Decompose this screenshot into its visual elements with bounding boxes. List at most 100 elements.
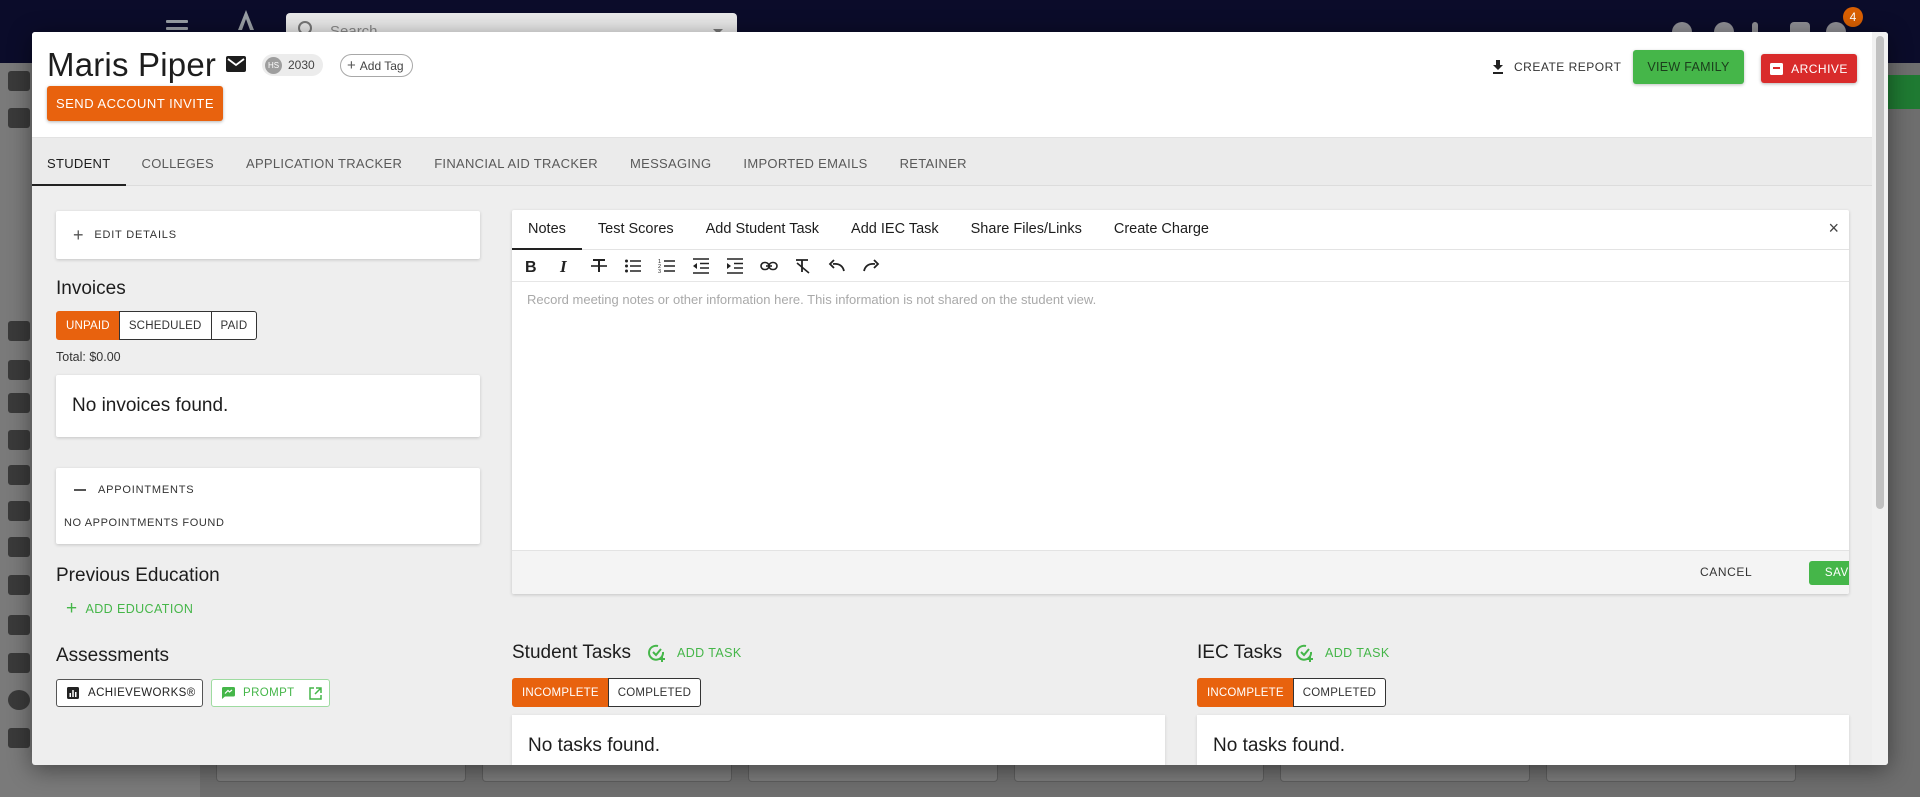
edit-details-button[interactable]: + EDIT DETAILS (56, 211, 480, 259)
close-icon[interactable]: × (1828, 218, 1839, 239)
filter-incomplete[interactable]: INCOMPLETE (512, 678, 609, 707)
tab-imported-emails[interactable]: IMPORTED EMAILS (727, 138, 883, 186)
cancel-button[interactable]: CANCEL (1700, 565, 1752, 579)
tab-notes[interactable]: Notes (512, 210, 582, 250)
tab-financial-aid-tracker[interactable]: FINANCIAL AID TRACKER (418, 138, 614, 186)
bar-chart-icon (67, 687, 79, 699)
strikethrough-icon[interactable] (588, 255, 610, 277)
save-button[interactable]: SAVE (1809, 561, 1849, 585)
background-card (1280, 764, 1530, 782)
view-family-button[interactable]: VIEW FAMILY (1633, 50, 1744, 84)
document-icon[interactable] (8, 615, 30, 635)
bold-icon[interactable]: B (520, 255, 542, 277)
edit-details-label: EDIT DETAILS (94, 229, 177, 241)
background-card (1546, 764, 1796, 782)
appointments-panel: APPOINTMENTS NO APPOINTMENTS FOUND (56, 468, 480, 544)
add-student-task-button[interactable]: ADD TASK (646, 642, 742, 664)
assessments-title: Assessments (56, 645, 169, 666)
book-icon[interactable] (8, 575, 30, 595)
tab-share-files-links[interactable]: Share Files/Links (955, 210, 1098, 250)
add-education-button[interactable]: + ADD EDUCATION (66, 599, 193, 618)
open-in-new-icon (308, 686, 322, 700)
plus-icon: + (347, 57, 356, 74)
archive-button[interactable]: ARCHIVE (1761, 54, 1857, 83)
filter-completed[interactable]: COMPLETED (607, 678, 702, 707)
redo-icon[interactable] (860, 255, 882, 277)
email-icon[interactable] (226, 56, 246, 72)
tab-retainer[interactable]: RETAINER (884, 138, 983, 186)
svg-text:I: I (559, 257, 568, 275)
clear-format-icon[interactable] (792, 255, 814, 277)
indent-icon[interactable] (724, 255, 746, 277)
background-card (748, 764, 998, 782)
tab-add-student-task[interactable]: Add Student Task (690, 210, 835, 250)
filter-paid[interactable]: PAID (210, 311, 258, 340)
add-task-icon (1296, 644, 1313, 662)
background-card (1014, 764, 1264, 782)
comment-icon[interactable] (8, 728, 30, 748)
link-icon[interactable] (8, 393, 30, 413)
iec-tasks-title: IEC Tasks (1197, 642, 1283, 663)
add-tag-label: Add Tag (359, 58, 404, 73)
checklist-icon[interactable] (8, 430, 30, 450)
tab-test-scores[interactable]: Test Scores (582, 210, 690, 250)
archive-label: ARCHIVE (1791, 61, 1848, 76)
tab-student[interactable]: STUDENT (32, 138, 126, 186)
student-profile-modal: Maris Piper HS 2030 + Add Tag SEND ACCOU… (32, 32, 1888, 765)
outdent-icon[interactable] (690, 255, 712, 277)
create-report-label: CREATE REPORT (1514, 60, 1622, 74)
people-icon[interactable] (8, 108, 30, 128)
add-tag-button[interactable]: + Add Tag (340, 54, 413, 77)
filter-incomplete[interactable]: INCOMPLETE (1197, 678, 1294, 707)
background-card (216, 764, 466, 782)
modal-header: Maris Piper HS 2030 + Add Tag SEND ACCOU… (32, 32, 1872, 138)
numbered-list-icon[interactable]: 123 (656, 255, 678, 277)
add-iec-task-button[interactable]: ADD TASK (1294, 642, 1390, 664)
achieveworks-label: ACHIEVEWORKS® (88, 687, 196, 699)
student-tabs: STUDENT COLLEGES APPLICATION TRACKER FIN… (32, 138, 1872, 186)
create-report-button[interactable]: CREATE REPORT (1492, 52, 1621, 82)
undo-icon[interactable] (826, 255, 848, 277)
grad-year: 2030 (288, 58, 315, 72)
no-appointments-message: NO APPOINTMENTS FOUND (64, 517, 225, 529)
prompt-button[interactable]: PROMPT (211, 679, 330, 707)
plus-icon: + (66, 598, 78, 619)
italic-icon[interactable]: I (554, 255, 576, 277)
svg-text:B: B (525, 259, 537, 275)
dashboard-icon[interactable] (8, 71, 30, 91)
appointments-label: APPOINTMENTS (98, 484, 195, 496)
filter-scheduled[interactable]: SCHEDULED (118, 311, 212, 340)
plus-icon: + (73, 225, 85, 245)
tab-messaging[interactable]: MESSAGING (614, 138, 727, 186)
tab-colleges[interactable]: COLLEGES (126, 138, 230, 186)
iec-task-filter: INCOMPLETE COMPLETED (1197, 678, 1387, 707)
add-education-label: ADD EDUCATION (85, 601, 194, 616)
tab-application-tracker[interactable]: APPLICATION TRACKER (230, 138, 418, 186)
achieveworks-button[interactable]: ACHIEVEWORKS® (56, 679, 203, 707)
filter-unpaid[interactable]: UNPAID (56, 311, 120, 340)
modal-scrollbar[interactable] (1872, 32, 1888, 765)
list-icon[interactable] (8, 465, 30, 485)
layers-icon[interactable] (8, 321, 30, 341)
invoice-total: Total: $0.00 (56, 350, 121, 364)
mail-icon[interactable] (8, 653, 30, 673)
bullet-list-icon[interactable] (622, 255, 644, 277)
filter-completed[interactable]: COMPLETED (1292, 678, 1387, 707)
student-tasks-title: Student Tasks (512, 642, 632, 663)
collapse-icon (74, 489, 86, 491)
feedback-icon (222, 687, 235, 699)
appointments-toggle[interactable]: APPOINTMENTS (74, 484, 194, 496)
send-account-invite-button[interactable]: SEND ACCOUNT INVITE (47, 86, 223, 121)
notes-textarea[interactable]: Record meeting notes or other informatio… (527, 292, 1096, 307)
background-card (482, 764, 732, 782)
tab-add-iec-task[interactable]: Add IEC Task (835, 210, 955, 250)
video-icon[interactable] (8, 501, 30, 521)
link-icon[interactable] (758, 255, 780, 277)
scrollbar-thumb[interactable] (1876, 36, 1884, 509)
tab-create-charge[interactable]: Create Charge (1098, 210, 1225, 250)
dollar-icon[interactable] (8, 690, 30, 710)
previous-education-title: Previous Education (56, 565, 220, 586)
library-icon[interactable] (8, 360, 30, 380)
invoice-filter: UNPAID SCHEDULED PAID (56, 311, 258, 340)
merge-icon[interactable] (8, 537, 30, 557)
